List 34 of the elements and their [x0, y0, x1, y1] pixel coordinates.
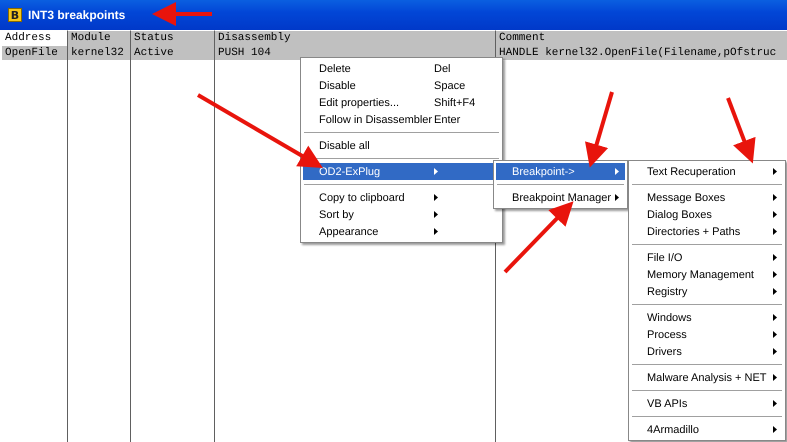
menu-item[interactable]: Registry	[631, 283, 783, 300]
menu-item[interactable]: Malware Analysis + NET	[631, 369, 783, 386]
menu-item[interactable]: Disable Space	[303, 77, 500, 94]
column-header[interactable]: Status	[131, 30, 215, 47]
menu-item[interactable]: Breakpoint->	[496, 163, 625, 180]
table-cell: kernel32	[68, 46, 131, 60]
menu-item[interactable]: VB APIs	[631, 395, 783, 412]
menu-item[interactable]: Appearance	[303, 223, 500, 240]
menu-item[interactable]: Disable all	[303, 137, 500, 154]
menu-item[interactable]: Follow in Disassembler Enter	[303, 111, 500, 128]
column-header[interactable]: Disassembly	[215, 30, 496, 47]
table-cell: Active	[131, 46, 215, 60]
menu-item[interactable]: Edit properties... Shift+F4	[303, 94, 500, 111]
menu-item[interactable]: Dialog Boxes	[631, 206, 783, 223]
column-header[interactable]: Comment	[496, 30, 787, 47]
window-icon: B	[8, 8, 22, 22]
column-header[interactable]: Address	[2, 30, 68, 47]
menu-item[interactable]: 4Armadillo	[631, 421, 783, 438]
menu-item[interactable]: Directories + Paths	[631, 223, 783, 240]
menu-item[interactable]: Memory Management	[631, 266, 783, 283]
column-header[interactable]: Module	[68, 30, 131, 47]
pointer-arrow	[152, 2, 212, 26]
menu-item[interactable]: Text Recuperation	[631, 163, 783, 180]
table-cell: HANDLE kernel32.OpenFile(Filename,pOfstruc	[496, 46, 787, 60]
menu-item[interactable]: Windows	[631, 309, 783, 326]
window-title: INT3 breakpoints	[28, 8, 126, 22]
menu-item[interactable]: Message Boxes	[631, 189, 783, 206]
menu-item[interactable]: Delete Del	[303, 60, 500, 77]
menu-item[interactable]: Drivers	[631, 343, 783, 360]
pointer-arrow	[726, 97, 756, 164]
menu-item[interactable]: Sort by	[303, 206, 500, 223]
menu-item[interactable]: File I/O	[631, 249, 783, 266]
table-cell: OpenFile	[2, 46, 68, 60]
menu-item[interactable]: Process	[631, 326, 783, 343]
